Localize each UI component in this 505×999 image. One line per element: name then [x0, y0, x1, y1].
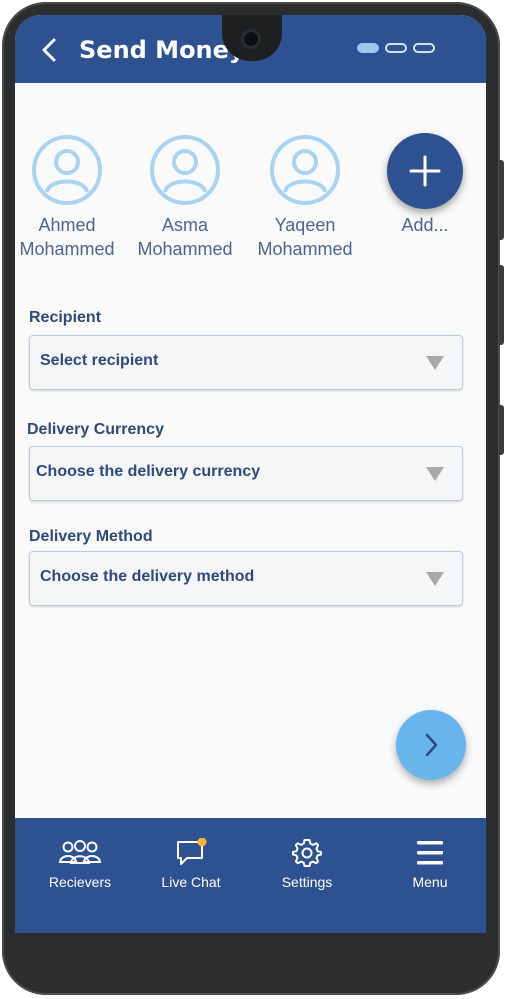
delivery-method-label: Delivery Method — [29, 528, 153, 545]
delivery-currency-select[interactable]: Choose the delivery currency — [29, 446, 463, 501]
contact-first-name: Asma — [161, 215, 208, 235]
contact-item[interactable]: Asma Mohammed — [130, 135, 240, 261]
app-header: Send Money — [15, 15, 486, 83]
recipient-select[interactable]: Select recipient — [29, 335, 463, 390]
contact-first-name: Ahmed — [38, 215, 96, 235]
delivery-method-select[interactable]: Choose the delivery method — [29, 551, 463, 606]
page-indicator — [357, 43, 441, 62]
user-avatar-icon — [270, 135, 340, 205]
users-icon — [58, 840, 102, 864]
chevron-left-icon — [42, 38, 56, 62]
recipient-label: Recipient — [29, 309, 102, 326]
back-button[interactable] — [35, 35, 65, 65]
gear-icon — [292, 839, 322, 867]
nav-item-settings[interactable]: Settings — [252, 838, 362, 890]
nav-label: Live Chat — [161, 874, 221, 890]
next-button[interactable] — [396, 710, 466, 780]
dropdown-arrow-icon — [426, 467, 444, 481]
chat-icon — [177, 838, 207, 865]
notification-dot — [197, 838, 207, 847]
side-button — [499, 160, 504, 240]
nav-item-recievers[interactable]: Recievers — [25, 838, 135, 890]
contact-first-name: Yaqeen — [274, 215, 336, 235]
menu-icon — [417, 841, 443, 865]
page-dot-active[interactable] — [357, 43, 379, 53]
page-dot[interactable] — [413, 43, 435, 53]
user-avatar-icon — [150, 135, 220, 205]
add-contact-button[interactable]: Add... — [370, 133, 480, 237]
recipient-select-value: Select recipient — [40, 352, 159, 369]
contact-last-name: Mohammed — [19, 239, 115, 259]
dropdown-arrow-icon — [426, 572, 444, 586]
bottom-nav: Recievers Live Chat Settings Menu — [15, 818, 486, 933]
page-dot[interactable] — [385, 43, 407, 53]
plus-icon — [409, 155, 441, 187]
delivery-currency-select-value: Choose the delivery currency — [36, 463, 261, 480]
nav-label: Recievers — [48, 874, 112, 890]
app-screen: Send Money Ahmed Mohammed Asma Mohammed — [15, 15, 486, 933]
nav-label: Menu — [412, 874, 448, 890]
side-button — [499, 405, 504, 455]
chevron-right-icon — [425, 733, 438, 757]
nav-item-menu[interactable]: Menu — [375, 838, 485, 890]
contact-item[interactable]: Ahmed Mohammed — [15, 135, 122, 261]
camera — [241, 29, 261, 49]
contact-last-name: Mohammed — [257, 239, 353, 259]
delivery-method-select-value: Choose the delivery method — [40, 568, 255, 585]
contact-last-name: Mohammed — [137, 239, 233, 259]
dropdown-arrow-icon — [426, 356, 444, 370]
page-title: Send Money — [79, 36, 245, 64]
add-contact-label: Add... — [401, 215, 449, 235]
user-avatar-icon — [32, 135, 102, 205]
add-contact-circle[interactable] — [387, 133, 463, 209]
side-button — [499, 265, 504, 345]
contact-item[interactable]: Yaqeen Mohammed — [250, 135, 360, 261]
nav-label: Settings — [281, 874, 333, 890]
delivery-currency-label: Delivery Currency — [27, 421, 164, 438]
nav-item-live-chat[interactable]: Live Chat — [136, 838, 246, 890]
